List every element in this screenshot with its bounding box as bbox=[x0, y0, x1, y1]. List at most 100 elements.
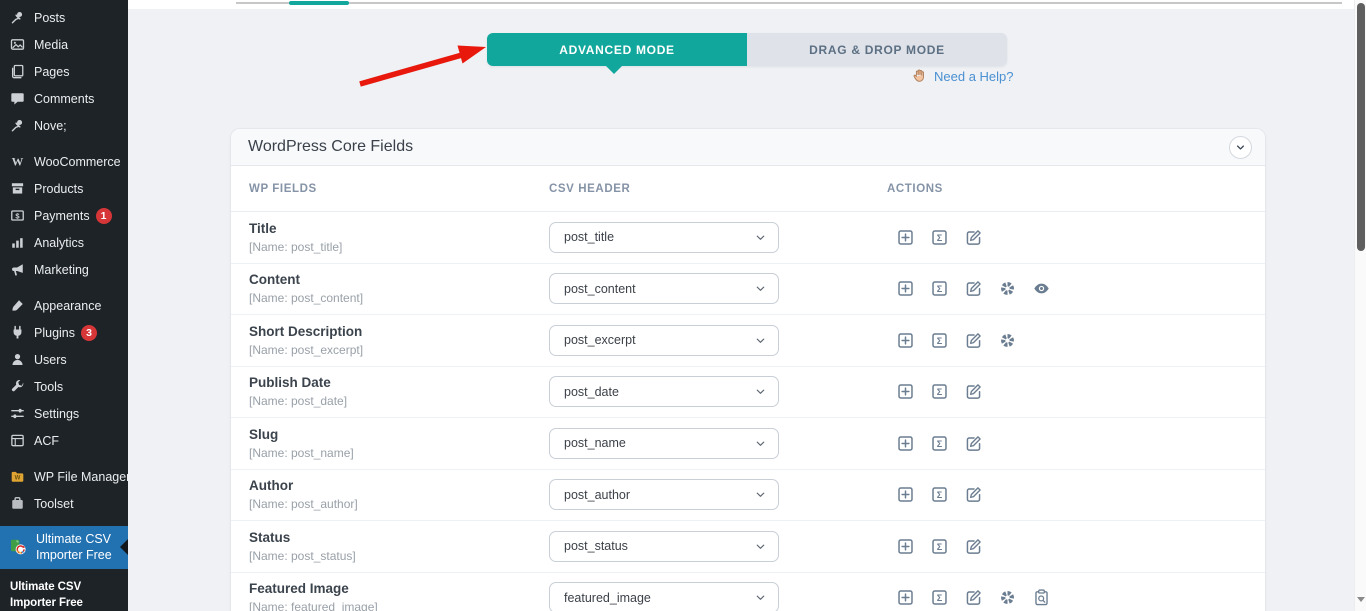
sidebar-item-acf[interactable]: ACF bbox=[0, 427, 128, 454]
csv-header-cell: post_status bbox=[549, 531, 869, 562]
wordpress-core-fields-panel: WordPress Core Fields WP FIELDS CSV HEAD… bbox=[230, 128, 1266, 611]
sidebar-item-label: Payments bbox=[34, 209, 90, 223]
sidebar-item-products[interactable]: Products bbox=[0, 175, 128, 202]
wp-field-cell: Author[Name: post_author] bbox=[231, 478, 549, 511]
sidebar-item-label: Users bbox=[34, 353, 67, 367]
csv-header-cell: post_name bbox=[549, 428, 869, 459]
sidebar-item-plugins[interactable]: Plugins3 bbox=[0, 319, 128, 346]
action-openai-icon[interactable] bbox=[998, 589, 1016, 607]
sidebar-item-appearance[interactable]: Appearance bbox=[0, 292, 128, 319]
sidebar-item-media[interactable]: Media bbox=[0, 31, 128, 58]
csv-header-select-post-excerpt[interactable]: post_excerpt bbox=[549, 325, 779, 356]
scrollbar-thumb[interactable] bbox=[1357, 3, 1365, 251]
sidebar-item-analytics[interactable]: Analytics bbox=[0, 229, 128, 256]
sidebar-item-ultimate-csv-importer[interactable]: Ultimate CSV Importer Free bbox=[0, 526, 128, 569]
action-summary-icon[interactable]: Σ bbox=[930, 383, 948, 401]
wp-field-cell: Title[Name: post_title] bbox=[231, 221, 549, 254]
action-openai-icon[interactable] bbox=[998, 331, 1016, 349]
wp-field-label: Slug bbox=[249, 427, 549, 443]
csv-header-select-featured-image[interactable]: featured_image bbox=[549, 582, 779, 611]
svg-text:Σ: Σ bbox=[936, 233, 942, 243]
panel-collapse-button[interactable] bbox=[1229, 136, 1252, 159]
need-help-link[interactable]: Need a Help? bbox=[934, 69, 1014, 84]
action-openai-icon[interactable] bbox=[998, 280, 1016, 298]
svg-text:W: W bbox=[12, 156, 24, 169]
chevron-down-icon bbox=[754, 591, 767, 604]
field-row-short-description: Short Description[Name: post_excerpt]pos… bbox=[231, 315, 1265, 367]
action-summary-icon[interactable]: Σ bbox=[930, 537, 948, 555]
action-summary-icon[interactable]: Σ bbox=[930, 589, 948, 607]
field-row-status: Status[Name: post_status]post_statusΣ bbox=[231, 521, 1265, 573]
csv-header-select-post-title[interactable]: post_title bbox=[549, 222, 779, 253]
action-edit-icon[interactable] bbox=[964, 486, 982, 504]
action-edit-icon[interactable] bbox=[964, 589, 982, 607]
field-row-slug: Slug[Name: post_name]post_nameΣ bbox=[231, 418, 1265, 470]
scrollbar-down-arrow[interactable] bbox=[1357, 597, 1365, 606]
wp-field-name: [Name: post_excerpt] bbox=[249, 343, 549, 357]
svg-text:$: $ bbox=[15, 211, 20, 220]
sidebar-item-comments[interactable]: Comments bbox=[0, 85, 128, 112]
csv-header-cell: post_content bbox=[549, 273, 869, 304]
select-value: post_name bbox=[564, 436, 626, 450]
chevron-down-icon bbox=[754, 540, 767, 553]
action-add-icon[interactable] bbox=[896, 228, 914, 246]
action-summary-icon[interactable]: Σ bbox=[930, 486, 948, 504]
sidebar-item-label: Posts bbox=[34, 11, 65, 25]
media-icon bbox=[10, 37, 25, 52]
select-value: post_date bbox=[564, 385, 619, 399]
sidebar-item-woocommerce[interactable]: WWooCommerce bbox=[0, 148, 128, 175]
actions-cell: Σ bbox=[869, 383, 1265, 401]
csv-header-select-post-content[interactable]: post_content bbox=[549, 273, 779, 304]
sidebar-item-toolset[interactable]: Toolset bbox=[0, 490, 128, 517]
page: Posts MediaPagesCommentsNove; WWooCommerce… bbox=[0, 0, 1366, 611]
action-add-icon[interactable] bbox=[896, 589, 914, 607]
action-preview-icon[interactable] bbox=[1032, 280, 1050, 298]
action-edit-icon[interactable] bbox=[964, 434, 982, 452]
sidebar-item-tools[interactable]: Tools bbox=[0, 373, 128, 400]
action-edit-icon[interactable] bbox=[964, 331, 982, 349]
csv-header-select-post-status[interactable]: post_status bbox=[549, 531, 779, 562]
action-add-icon[interactable] bbox=[896, 383, 914, 401]
sidebar-item-pages[interactable]: Pages bbox=[0, 58, 128, 85]
action-summary-icon[interactable]: Σ bbox=[930, 228, 948, 246]
chevron-down-icon bbox=[754, 437, 767, 450]
action-add-icon[interactable] bbox=[896, 434, 914, 452]
tab-drag-drop-mode[interactable]: DRAG & DROP MODE bbox=[747, 33, 1007, 66]
action-summary-icon[interactable]: Σ bbox=[930, 331, 948, 349]
sidebar-item-label: Marketing bbox=[34, 263, 89, 277]
action-add-icon[interactable] bbox=[896, 486, 914, 504]
chevron-down-icon bbox=[1234, 141, 1247, 154]
action-edit-icon[interactable] bbox=[964, 537, 982, 555]
csv-header-select-post-author[interactable]: post_author bbox=[549, 479, 779, 510]
csv-header-select-post-name[interactable]: post_name bbox=[549, 428, 779, 459]
select-value: post_content bbox=[564, 282, 636, 296]
panel-title: WordPress Core Fields bbox=[248, 138, 413, 156]
action-add-icon[interactable] bbox=[896, 537, 914, 555]
sidebar-item-payments[interactable]: $Payments1 bbox=[0, 202, 128, 229]
action-add-icon[interactable] bbox=[896, 331, 914, 349]
settings-icon bbox=[10, 406, 25, 421]
scrollbar[interactable] bbox=[1354, 0, 1366, 611]
sidebar-item-wp-file-manager[interactable]: WWP File Manager bbox=[0, 463, 128, 490]
action-summary-icon[interactable]: Σ bbox=[930, 434, 948, 452]
svg-text:Σ: Σ bbox=[936, 439, 942, 449]
tab-advanced-mode[interactable]: ADVANCED MODE bbox=[487, 33, 747, 66]
action-edit-icon[interactable] bbox=[964, 280, 982, 298]
csv-header-select-post-date[interactable]: post_date bbox=[549, 376, 779, 407]
sidebar-item-posts[interactable]: Posts bbox=[0, 4, 128, 31]
wp-field-name: [Name: post_content] bbox=[249, 291, 549, 305]
sidebar-item-settings[interactable]: Settings bbox=[0, 400, 128, 427]
sidebar-item-marketing[interactable]: Marketing bbox=[0, 256, 128, 283]
select-value: post_author bbox=[564, 488, 630, 502]
sidebar-submenu-ultimate-csv-importer[interactable]: Ultimate CSV Importer Free bbox=[0, 569, 128, 611]
action-add-icon[interactable] bbox=[896, 280, 914, 298]
action-edit-icon[interactable] bbox=[964, 228, 982, 246]
action-summary-icon[interactable]: Σ bbox=[930, 280, 948, 298]
sidebar-item-users[interactable]: Users bbox=[0, 346, 128, 373]
panel-header: WordPress Core Fields bbox=[231, 129, 1265, 166]
action-media-search-icon[interactable] bbox=[1032, 589, 1050, 607]
actions-cell: Σ bbox=[869, 486, 1265, 504]
column-csv-header: CSV HEADER bbox=[549, 183, 869, 195]
action-edit-icon[interactable] bbox=[964, 383, 982, 401]
sidebar-item-nove[interactable]: Nove; bbox=[0, 112, 128, 139]
